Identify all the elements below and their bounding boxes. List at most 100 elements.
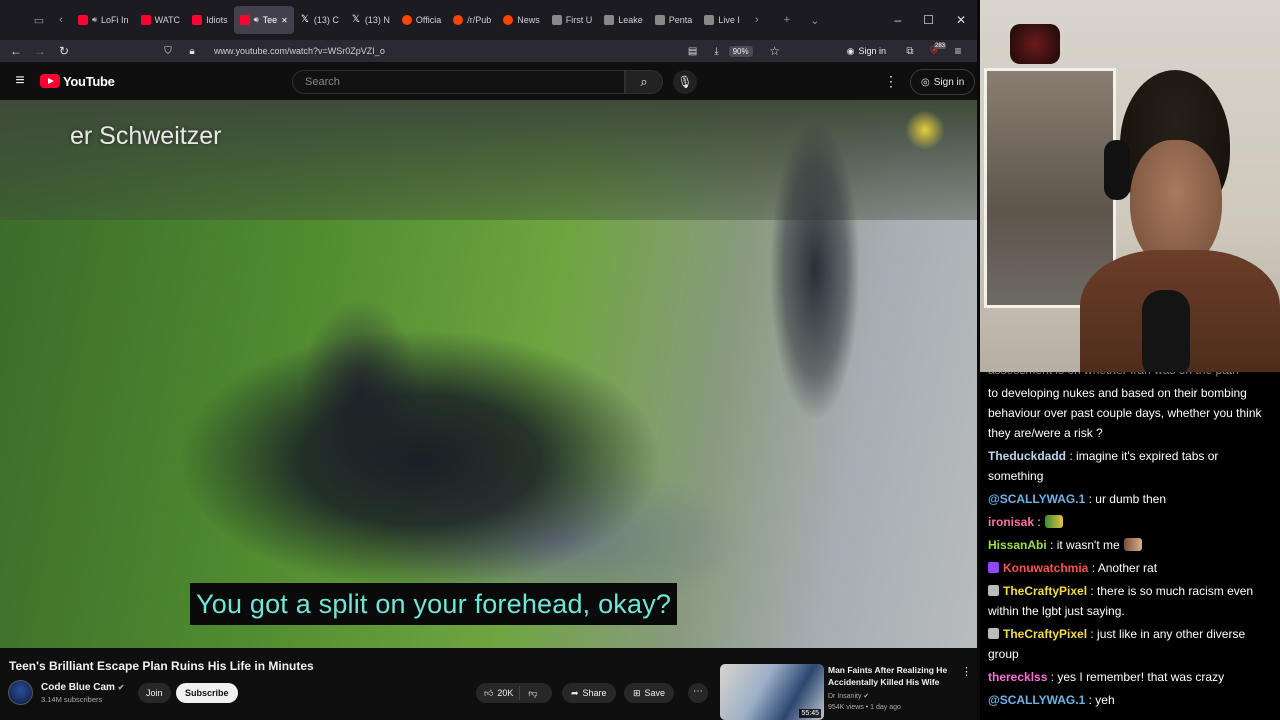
moderator-badge-icon [988, 585, 999, 596]
browser-tab-label: (13) N [364, 15, 390, 25]
chat-username[interactable]: TheCraftyPixel [1003, 584, 1087, 598]
browser-tab[interactable]: 🔊︎ LoFi In [72, 6, 135, 34]
search-button[interactable]: ⌕ [625, 70, 663, 94]
recommended-menu-icon[interactable]: ⋮ [961, 665, 972, 678]
chat-username[interactable]: therecklss [988, 670, 1047, 684]
youtube-favicon-icon [78, 15, 88, 25]
browser-tab[interactable]: /r/Pub [447, 6, 497, 34]
ublock-icon[interactable]: ⛨ 283 [922, 42, 947, 57]
share-button[interactable]: ➦ Share [562, 683, 616, 703]
chat-username[interactable]: ironisak [988, 515, 1034, 529]
app-menu-icon[interactable]: ≡ [946, 44, 970, 58]
browser-tab[interactable]: Leake [598, 6, 649, 34]
speaker-icon[interactable]: 🔊︎ [254, 15, 259, 25]
chat-username[interactable]: Theduckdadd [988, 449, 1066, 463]
guide-menu-icon[interactable]: ≡ [0, 72, 40, 90]
prime-badge-icon [988, 562, 999, 573]
reload-icon[interactable]: ↻ [52, 44, 76, 58]
browser-tab-label: Live I [718, 15, 740, 25]
extensions-icon[interactable]: ⧉ [898, 46, 922, 57]
verified-check-icon: ✔ [117, 682, 125, 692]
browser-tab[interactable]: 🔊︎ Tee ✕ [233, 6, 294, 34]
subscriber-count: 3.14M subscribers [41, 694, 103, 704]
tab-overflow-icon[interactable]: ⌄ [804, 14, 826, 27]
channel-name[interactable]: Code Blue Cam ✔ [41, 682, 124, 693]
recommended-channel[interactable]: Dr Insanity ✔ [828, 692, 869, 700]
scroll-right-icon[interactable]: › [746, 14, 768, 26]
x-favicon-icon: 𝕏 [300, 14, 309, 25]
browser-tab-label: Officia [415, 15, 442, 25]
channel-avatar[interactable] [8, 680, 33, 705]
forward-icon[interactable]: → [28, 44, 52, 58]
browser-tab-label: /r/Pub [467, 15, 492, 25]
recommended-video[interactable]: 55:45 Man Faints After Realizing He Acci… [718, 664, 978, 720]
maximize-icon[interactable]: ☐ [923, 13, 934, 27]
subscribe-button[interactable]: Subscribe [176, 683, 238, 703]
x-favicon-icon: 𝕏 [351, 14, 360, 25]
close-window-icon[interactable]: ✕ [956, 13, 966, 27]
zoom-level[interactable]: 90% [728, 45, 753, 57]
minimize-icon[interactable]: – [894, 13, 901, 27]
video-overlay-name: er Schweitzer [70, 122, 222, 150]
chat-username[interactable]: HissanAbi [988, 538, 1047, 552]
youtube-signin-button[interactable]: ◎ Sign in [910, 69, 976, 95]
new-tab-icon[interactable]: + [776, 14, 798, 26]
generic-favicon-icon [551, 15, 562, 25]
tab-list-icon[interactable]: ▭ [28, 14, 50, 27]
reddit-favicon-icon [453, 15, 464, 25]
ublock-badge: 283 [934, 42, 947, 49]
recommended-thumbnail[interactable]: 55:45 [720, 664, 824, 720]
browser-tab[interactable]: First U [546, 6, 599, 34]
recommended-title[interactable]: Man Faints After Realizing He Accidental… [828, 665, 954, 688]
search-input[interactable]: Search [292, 70, 625, 94]
chat-username[interactable]: Konuwatchmia [1003, 561, 1088, 575]
join-button[interactable]: Join [138, 683, 171, 703]
settings-more-icon[interactable]: ⋮ [884, 73, 898, 90]
close-tab-icon[interactable]: ✕ [281, 16, 288, 25]
browser-tab[interactable]: Officia [396, 6, 447, 34]
reader-view-icon[interactable]: ▤ [681, 46, 705, 57]
youtube-logo[interactable]: YouTube [40, 74, 115, 89]
chat-message: therecklss : yes I remember! that was cr… [988, 667, 1272, 687]
browser-tab[interactable]: News [497, 6, 546, 34]
channel-info[interactable]: Code Blue Cam ✔ 3.14M subscribers [8, 680, 124, 705]
chat-username[interactable]: TheCraftyPixel [1003, 627, 1087, 641]
chat-username[interactable]: @SCALLYWAG.1 [988, 492, 1085, 506]
browser-tab[interactable]: Penta [649, 6, 699, 34]
like-button[interactable]: 👍︎ 20K [476, 686, 521, 700]
browser-tab[interactable]: 𝕏 (13) C [294, 6, 345, 34]
video-player[interactable]: er Schweitzer You got a split on your fo… [0, 100, 978, 648]
download-icon[interactable]: ⤓ [705, 46, 729, 57]
youtube-header: ≡ YouTube Search ⌕ 🎙︎ ⋮ ◎ Sign in [0, 62, 978, 100]
chat-message: @SCALLYWAG.1 : yeh [988, 690, 1272, 710]
back-icon[interactable]: ← [4, 44, 28, 58]
search-icon: ⌕ [640, 74, 648, 89]
browser-signin-button[interactable]: ◉ Sign in [847, 46, 886, 57]
url-bar[interactable]: www.youtube.com/watch?v=WSr0ZpVZI_o [214, 46, 681, 56]
scroll-left-icon[interactable]: ‹ [50, 14, 72, 26]
youtube-favicon-icon [239, 15, 250, 25]
chat-username[interactable]: @SCALLYWAG.1 [988, 693, 1085, 707]
voice-search-button[interactable]: 🎙︎ [673, 70, 697, 94]
bookmark-star-icon[interactable]: ☆ [763, 44, 787, 58]
dislike-button[interactable]: 👎︎ [520, 688, 545, 699]
chat-message: TheCraftyPixel : just like in any other … [988, 624, 1272, 664]
save-button[interactable]: ⊞ Save [624, 683, 675, 703]
browser-tab[interactable]: Idiots [186, 6, 234, 34]
browser-tab-label: First U [565, 15, 593, 25]
more-actions-button[interactable]: ⋯ [688, 683, 708, 703]
browser-tab[interactable]: Live I [698, 6, 746, 34]
video-details: Teen's Brilliant Escape Plan Ruins His L… [0, 648, 978, 720]
speaker-icon[interactable]: 🔊︎ [92, 15, 97, 25]
youtube-play-icon [40, 74, 60, 88]
youtube-favicon-icon [192, 15, 203, 25]
shield-icon[interactable]: ⛉ [156, 46, 180, 57]
browser-tab[interactable]: WATC [135, 6, 187, 34]
like-dislike-group: 👍︎ 20K 👎︎ [476, 683, 552, 703]
browser-tab[interactable]: 𝕏 (13) N [345, 6, 396, 34]
recommended-meta: 954K views • 1 day ago [828, 704, 901, 711]
video-frame-sign [905, 110, 945, 150]
user-circle-icon: ◎ [921, 76, 930, 88]
like-count: 20K [497, 688, 514, 698]
chat-message: @SCALLYWAG.1 : ur dumb then [988, 489, 1272, 509]
